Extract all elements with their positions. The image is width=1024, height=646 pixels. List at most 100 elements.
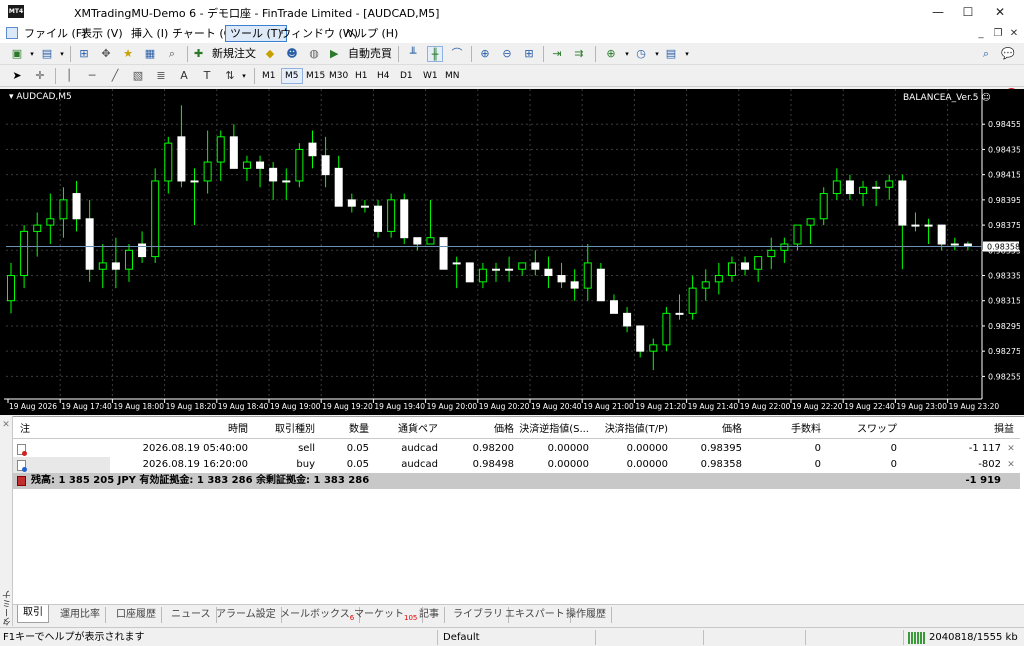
bear-candle bbox=[872, 186, 881, 189]
bear-candle bbox=[596, 268, 605, 302]
trader-icon[interactable]: ☻ bbox=[284, 46, 300, 62]
strategy-tester-icon[interactable]: ⌕ bbox=[164, 46, 180, 62]
indicators-icon[interactable]: ⊕ bbox=[603, 46, 619, 62]
time-tick-label: 19 Aug 19:20 bbox=[322, 402, 373, 411]
zoom-out-icon[interactable]: ⊖ bbox=[499, 46, 515, 62]
col-swap[interactable]: スワップ bbox=[825, 421, 897, 438]
menu-view[interactable]: 表示 (V) bbox=[77, 25, 127, 42]
close-position-icon[interactable]: ✕ bbox=[1006, 460, 1016, 470]
timeframe-m1[interactable]: M1 bbox=[259, 68, 279, 84]
time-tick-label: 19 Aug 19:40 bbox=[374, 402, 425, 411]
col-size[interactable]: 数量 bbox=[319, 421, 369, 438]
new-order-button[interactable]: ✚ 新規注文 bbox=[194, 46, 256, 62]
timeframe-m5[interactable]: M5 bbox=[281, 68, 303, 84]
table-row[interactable]: 2026.08.19 16:20:00 buy 0.05 audcad 0.98… bbox=[13, 457, 1020, 473]
col-symbol[interactable]: 通貨ペア bbox=[373, 421, 438, 438]
auto-trading-button[interactable]: ▶ 自動売買 bbox=[330, 46, 392, 62]
tab-account-history[interactable]: 口座履歴 bbox=[111, 607, 162, 623]
drawing-toolbar: ➤ ✛ │ ─ ╱ ▧ ≣ A T ⇅ ▾ M1 M5 M15 M30 H1 H… bbox=[0, 65, 1024, 87]
minimize-button[interactable]: — bbox=[922, 0, 954, 24]
tab-journal[interactable]: 操作履歴 bbox=[561, 607, 612, 623]
tab-articles[interactable]: 記事 bbox=[414, 607, 445, 623]
col-tp[interactable]: 決済指値(T/P) bbox=[594, 421, 668, 438]
new-chart-icon[interactable]: ▣ bbox=[9, 46, 25, 62]
mdi-close-button[interactable]: ✕ bbox=[1007, 27, 1021, 40]
app-logo-icon: MT4 bbox=[8, 5, 24, 18]
col-sl[interactable]: 決済逆指値(S... bbox=[517, 421, 589, 438]
close-position-icon[interactable]: ✕ bbox=[1006, 444, 1016, 454]
title-bar: MT4 XMTradingMU-Demo 6 - デモ口座 - FinTrade… bbox=[0, 0, 1024, 24]
col-time[interactable]: 時間 bbox=[113, 421, 248, 438]
tab-trade[interactable]: 取引 bbox=[17, 605, 49, 623]
periods-icon[interactable]: ◷ bbox=[633, 46, 649, 62]
col-type[interactable]: 取引種別 bbox=[252, 421, 315, 438]
menu-insert[interactable]: 挿入 (I) bbox=[127, 25, 172, 42]
fibonacci-icon[interactable]: ≣ bbox=[153, 68, 169, 84]
timeframe-mn[interactable]: MN bbox=[442, 68, 463, 84]
close-button[interactable]: ✕ bbox=[984, 0, 1016, 24]
position-sell-icon bbox=[17, 444, 27, 456]
tab-alerts[interactable]: アラーム設定 bbox=[211, 607, 282, 623]
templates-icon[interactable]: ▤ bbox=[663, 46, 679, 62]
market-watch-icon[interactable]: ⊞ bbox=[76, 46, 92, 62]
terminal-icon[interactable]: ▦ bbox=[142, 46, 158, 62]
notifications-icon[interactable]: 💬 bbox=[999, 46, 1017, 62]
auto-scroll-icon[interactable]: ⇉ bbox=[571, 46, 587, 62]
expert-advisor-label[interactable]: BALANCEA_Ver.5 ☺ bbox=[903, 93, 991, 103]
bull-candle bbox=[688, 287, 697, 314]
signals-icon[interactable]: ◍ bbox=[306, 46, 322, 62]
timeframe-d1[interactable]: D1 bbox=[397, 68, 416, 84]
mdi-minimize-button[interactable]: _ bbox=[974, 27, 988, 40]
tab-exposure[interactable]: 運用比率 bbox=[55, 607, 106, 623]
tile-windows-icon[interactable]: ⊞ bbox=[521, 46, 537, 62]
tab-mailbox-label: メールボックス bbox=[280, 609, 350, 620]
line-chart-icon[interactable]: ⌒ bbox=[449, 46, 465, 62]
search-icon[interactable]: ⌕ bbox=[978, 46, 994, 62]
candlestick-chart-icon[interactable]: ╫ bbox=[427, 46, 443, 62]
timeframe-w1[interactable]: W1 bbox=[420, 68, 441, 84]
chevron-down-icon[interactable]: ▾ bbox=[679, 46, 695, 62]
row-sl: 0.00000 bbox=[547, 459, 589, 470]
chart-shift-icon[interactable]: ⇥ bbox=[549, 46, 565, 62]
timeframe-h4[interactable]: H4 bbox=[374, 68, 393, 84]
chevron-down-icon[interactable]: ▾ bbox=[54, 46, 70, 62]
trendline-icon[interactable]: ╱ bbox=[107, 68, 123, 84]
zoom-in-icon[interactable]: ⊕ bbox=[477, 46, 493, 62]
tab-market[interactable]: マーケット105 bbox=[349, 607, 424, 623]
navigator-icon[interactable]: ★ bbox=[120, 46, 136, 62]
close-icon[interactable]: ✕ bbox=[1, 420, 11, 430]
profile-name[interactable]: Default bbox=[443, 631, 480, 645]
equidistant-channel-icon[interactable]: ▧ bbox=[130, 68, 146, 84]
cursor-icon[interactable]: ➤ bbox=[9, 68, 25, 84]
tab-mailbox[interactable]: メールボックス6 bbox=[275, 607, 361, 623]
col-current-price[interactable]: 価格 bbox=[672, 421, 742, 438]
mdi-restore-button[interactable]: ❐ bbox=[991, 27, 1005, 40]
vertical-line-icon[interactable]: │ bbox=[61, 68, 77, 84]
profiles-icon[interactable]: ▤ bbox=[39, 46, 55, 62]
row-commission: 0 bbox=[814, 443, 821, 454]
maximize-button[interactable]: ☐ bbox=[952, 0, 984, 24]
timeframe-m30[interactable]: M30 bbox=[326, 68, 351, 84]
col-commission[interactable]: 手数料 bbox=[746, 421, 821, 438]
metaeditor-icon[interactable]: ◆ bbox=[262, 46, 278, 62]
chevron-down-icon[interactable]: ▾ bbox=[236, 68, 252, 84]
timeframe-m15[interactable]: M15 bbox=[303, 68, 328, 84]
col-price[interactable]: 価格 bbox=[442, 421, 514, 438]
menu-help[interactable]: ヘルプ (H) bbox=[341, 25, 402, 42]
chart-window-icon[interactable] bbox=[6, 27, 18, 39]
table-row[interactable]: 2026.08.19 05:40:00 sell 0.05 audcad 0.9… bbox=[13, 441, 1020, 457]
col-profit[interactable]: 損益 bbox=[901, 421, 1014, 438]
bear-candle bbox=[465, 262, 474, 283]
candlestick-chart[interactable]: 0.98455 0.98435 0.98415 0.98395 0.98375 0.983… bbox=[4, 89, 1020, 413]
bear-candle bbox=[269, 167, 278, 182]
col-order[interactable]: 注 bbox=[20, 421, 30, 438]
horizontal-line-icon[interactable]: ─ bbox=[84, 68, 100, 84]
data-window-icon[interactable]: ✥ bbox=[98, 46, 114, 62]
chevron-down-icon[interactable]: ▾ bbox=[24, 46, 40, 62]
tab-news[interactable]: ニュース bbox=[166, 607, 217, 623]
text-icon[interactable]: A bbox=[176, 68, 192, 84]
crosshair-icon[interactable]: ✛ bbox=[32, 68, 48, 84]
bar-chart-icon[interactable]: ╨ bbox=[405, 46, 421, 62]
text-label-icon[interactable]: T bbox=[199, 68, 215, 84]
timeframe-h1[interactable]: H1 bbox=[352, 68, 371, 84]
